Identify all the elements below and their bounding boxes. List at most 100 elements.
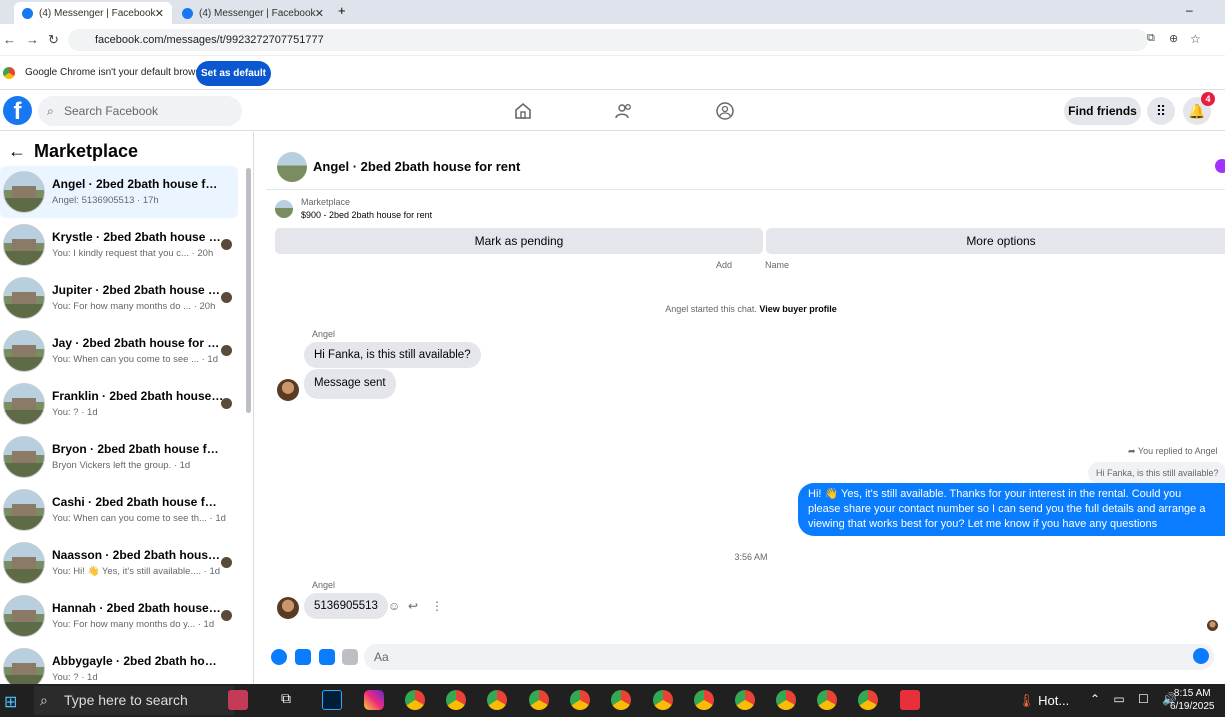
close-tab-icon[interactable]: ✕ <box>315 7 324 20</box>
chrome-icon[interactable] <box>611 690 631 710</box>
chrome-icon[interactable] <box>405 690 425 710</box>
chrome-icon[interactable] <box>446 690 466 710</box>
task-view-icon[interactable]: ⧉ <box>281 690 301 710</box>
read-receipt-avatar <box>1207 620 1218 631</box>
menu-grid-icon[interactable]: ⠿ <box>1147 97 1175 125</box>
system-tray[interactable]: ⌃ ▭ ☐ 🔊 <box>1090 692 1182 706</box>
listing-avatar <box>3 648 45 684</box>
sidebar-title: ← Marketplace <box>8 141 138 162</box>
browser-tab[interactable]: (4) Messenger | Facebook ✕ <box>174 2 332 24</box>
conversation-item[interactable]: Hannah · 2bed 2bath house fo... You: For… <box>0 590 238 642</box>
taskbar-search-input[interactable]: ⌕ Type here to search <box>34 686 234 715</box>
conversation-preview: You: For how many months do y... · 1d <box>52 619 215 630</box>
chrome-icon-active[interactable] <box>653 690 673 710</box>
view-buyer-profile-link[interactable]: View buyer profile <box>759 304 836 314</box>
back-arrow-icon[interactable]: ← <box>8 141 26 161</box>
mark-as-pending-button[interactable]: Mark as pending <box>275 228 763 254</box>
friends-icon[interactable] <box>614 101 634 121</box>
conversation-item[interactable]: Jupiter · 2bed 2bath house for... You: F… <box>0 272 238 324</box>
windows-start-icon[interactable]: ⊞ <box>4 692 17 712</box>
search-facebook-input[interactable]: ⌕ Search Facebook <box>38 96 242 126</box>
photoshop-icon[interactable] <box>322 690 342 710</box>
message-input[interactable]: Aa <box>364 644 1214 670</box>
search-icon: ⌕ <box>40 692 48 708</box>
conversation-item[interactable]: Naasson · 2bed 2bath house f... You: Hi!… <box>0 537 238 589</box>
conversation-name: Hannah · 2bed 2bath house fo... <box>52 601 224 615</box>
chrome-icon[interactable] <box>776 690 796 710</box>
participant-avatar <box>221 610 232 621</box>
zoom-icon[interactable]: ⊕ <box>1169 32 1178 45</box>
quoted-message[interactable]: Hi Fanka, is this still available? <box>1088 462 1225 484</box>
info-icon[interactable] <box>1215 159 1225 173</box>
instagram-icon[interactable] <box>364 690 384 710</box>
message-timestamp: 3:56 AM <box>734 552 768 562</box>
close-tab-icon[interactable]: ✕ <box>155 7 164 20</box>
search-icon: ⌕ <box>47 104 54 118</box>
chat-started-notice: Angel started this chat. View buyer prof… <box>266 304 1225 314</box>
listing-avatar <box>3 489 45 531</box>
listing-avatar[interactable] <box>277 152 307 182</box>
conversation-item[interactable]: Abbygayle · 2bed 2bath house f... You: ?… <box>0 643 238 684</box>
sticker-icon[interactable] <box>319 649 335 665</box>
conversation-item[interactable]: Franklin · 2bed 2bath house f... You: ? … <box>0 378 238 430</box>
anydesk-icon[interactable] <box>900 690 920 710</box>
conversation-item[interactable]: Bryon · 2bed 2bath house for rent Bryon … <box>0 431 238 483</box>
conversation-preview: You: ? · 1d <box>52 672 98 683</box>
find-friends-button[interactable]: Find friends <box>1064 97 1141 125</box>
listing-avatar <box>3 224 45 266</box>
conversation-preview: You: Hi! 👋 Yes, it's still available....… <box>52 566 221 577</box>
facebook-logo-icon[interactable]: f <box>3 96 32 125</box>
conversation-item[interactable]: Jay · 2bed 2bath house for rent You: Whe… <box>0 325 238 377</box>
react-emoji-icon[interactable]: ☺ <box>388 599 400 613</box>
browser-tab-bar: (4) Messenger | Facebook ✕ (4) Messenger… <box>0 0 1225 24</box>
chrome-icon[interactable] <box>817 690 837 710</box>
new-tab-icon[interactable]: + <box>338 3 346 18</box>
conversation-item[interactable]: Angel · 2bed 2bath house for rent Angel:… <box>0 166 238 218</box>
gif-icon[interactable] <box>342 649 358 665</box>
chrome-icon[interactable] <box>735 690 755 710</box>
groups-icon[interactable] <box>715 101 735 121</box>
bookmark-star-icon[interactable]: ☆ <box>1190 32 1201 46</box>
chrome-icon[interactable] <box>694 690 714 710</box>
set-as-default-button[interactable]: Set as default <box>196 61 271 86</box>
minimize-icon[interactable]: – <box>1186 3 1193 17</box>
back-icon[interactable]: ← <box>3 32 16 47</box>
conversation-preview: You: I kindly request that you c... · 20… <box>52 248 214 259</box>
url-field[interactable]: facebook.com/messages/t/9923272707751777 <box>68 29 1148 51</box>
conversation-item[interactable]: Cashi · 2bed 2bath house for rent You: W… <box>0 484 238 536</box>
participant-avatar <box>221 557 232 568</box>
incoming-message[interactable]: Hi Fanka, is this still available? <box>304 342 481 368</box>
more-options-button[interactable]: More options <box>766 228 1225 254</box>
install-icon[interactable]: ⧉ <box>1147 32 1155 45</box>
browser-tab-active[interactable]: (4) Messenger | Facebook ✕ <box>14 2 172 24</box>
more-actions-icon[interactable]: ⋮ <box>431 599 443 613</box>
conversation-preview: You: When can you come to see th... · 1d <box>52 513 226 524</box>
reload-icon[interactable]: ↻ <box>48 32 59 48</box>
incoming-message[interactable]: Message sent <box>304 369 396 399</box>
weather-widget[interactable]: 🌡 Hot... <box>1018 693 1069 709</box>
outgoing-message[interactable]: Hi! 👋 Yes, it's still available. Thanks … <box>798 483 1225 536</box>
emoji-icon[interactable] <box>1193 648 1209 664</box>
chat-title[interactable]: Angel · 2bed 2bath house for rent <box>313 159 520 174</box>
photo-icon[interactable] <box>295 649 311 665</box>
windows-taskbar: ⊞ ⌕ Type here to search ⧉ 🌡 Hot... ⌃ ▭ ☐… <box>0 684 1225 717</box>
chrome-icon[interactable] <box>529 690 549 710</box>
forward-icon[interactable]: → <box>26 32 39 47</box>
widget-icon[interactable] <box>228 690 248 710</box>
reply-icon[interactable]: ↩ <box>408 599 418 613</box>
conversation-name: Franklin · 2bed 2bath house f... <box>52 389 224 403</box>
clock[interactable]: 8:15 AM 6/19/2025 <box>1170 687 1215 713</box>
conversation-preview: You: For how many months do ... · 20h <box>52 301 216 312</box>
chrome-icon[interactable] <box>570 690 590 710</box>
add-attachment-icon[interactable] <box>271 649 287 665</box>
chrome-icon[interactable] <box>858 690 878 710</box>
sender-avatar[interactable] <box>277 597 299 619</box>
conversation-item[interactable]: Krystle · 2bed 2bath house for... You: I… <box>0 219 238 271</box>
sidebar-scrollbar[interactable] <box>246 168 251 413</box>
chrome-icon[interactable] <box>487 690 507 710</box>
listing-title: $900 - 2bed 2bath house for rent <box>301 210 433 220</box>
faded-name-label: Name <box>765 260 790 270</box>
sender-avatar[interactable] <box>277 379 299 401</box>
incoming-message[interactable]: 5136905513 <box>304 593 388 619</box>
home-icon[interactable] <box>513 101 533 121</box>
